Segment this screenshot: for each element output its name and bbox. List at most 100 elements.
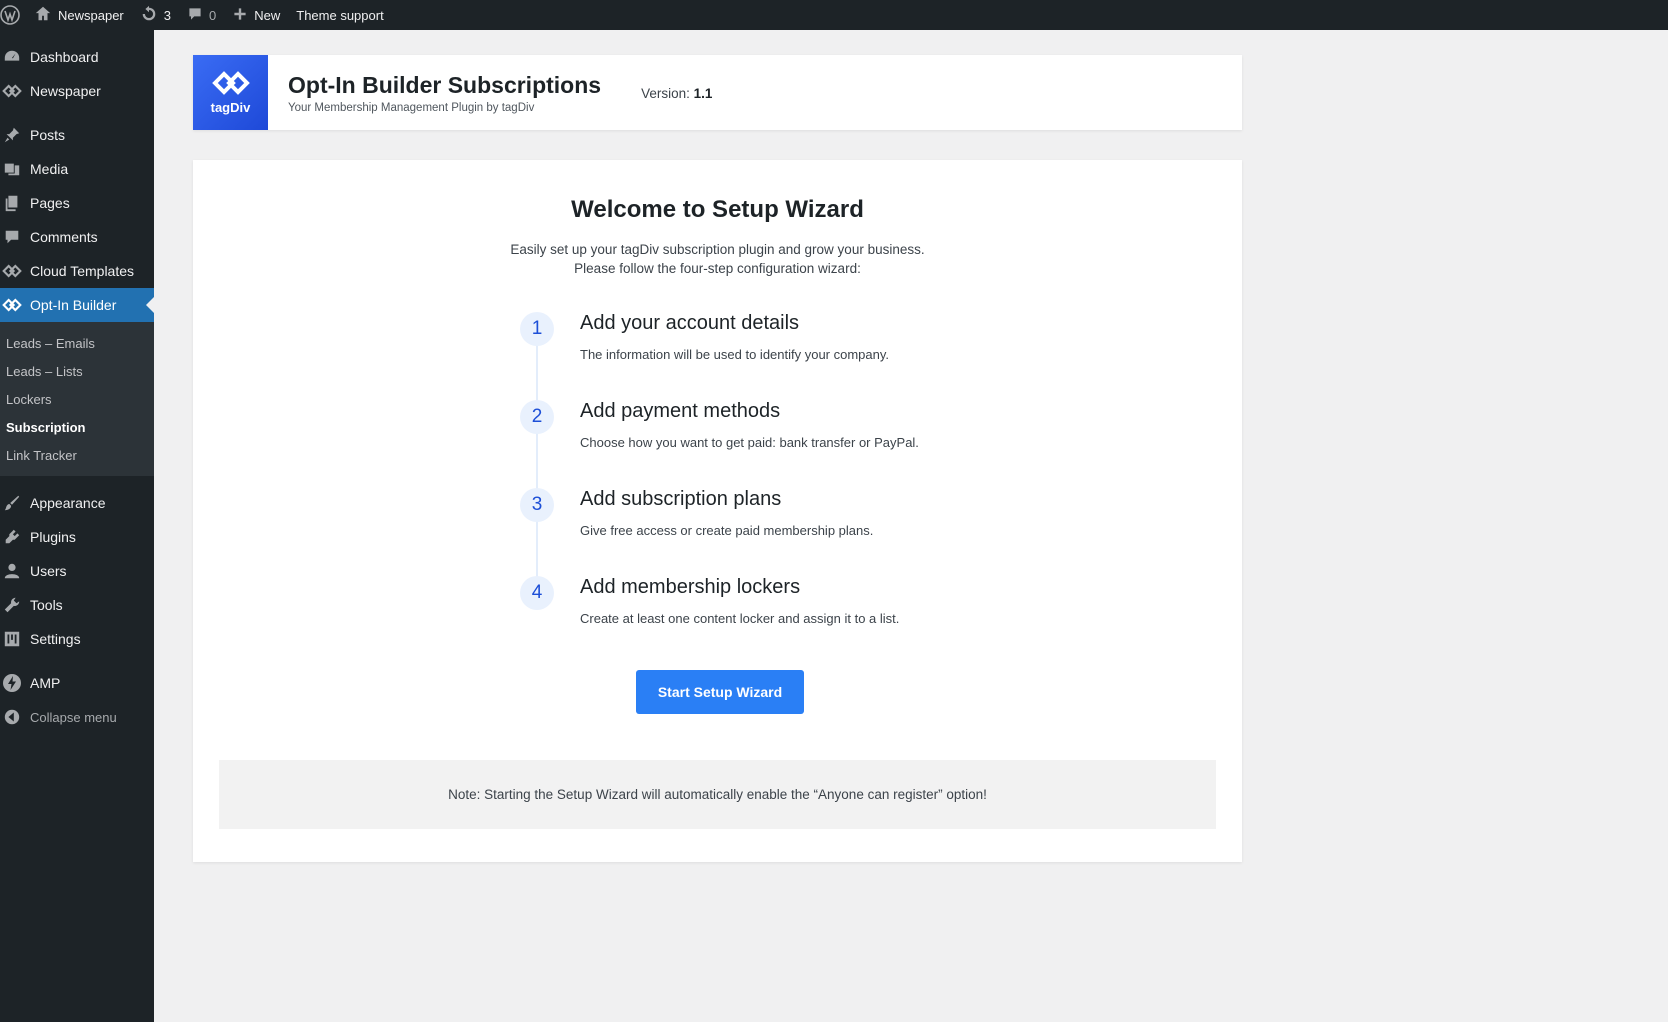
sidebar-item-plugins[interactable]: Plugins <box>0 520 154 554</box>
new-label: New <box>254 7 281 23</box>
sidebar-item-label: Comments <box>30 229 98 245</box>
sidebar-item-label: Media <box>30 161 69 177</box>
setup-wizard-card: Welcome to Setup Wizard Easily set up yo… <box>193 160 1242 862</box>
wizard-description-line2: Please follow the four-step configuratio… <box>574 261 861 276</box>
step-title: Add subscription plans <box>580 488 782 510</box>
plugin-icon <box>2 527 22 547</box>
sidebar-item-label: Users <box>30 563 67 579</box>
step-title: Add payment methods <box>580 400 781 422</box>
pages-icon <box>2 193 22 213</box>
step-number: 2 <box>520 400 554 434</box>
brush-icon <box>2 493 22 513</box>
step-description: Create at least one content locker and a… <box>580 611 900 626</box>
sidebar-item-users[interactable]: Users <box>0 554 154 588</box>
wizard-description-line1: Easily set up your tagDiv subscription p… <box>510 242 925 257</box>
start-setup-wizard-button[interactable]: Start Setup Wizard <box>636 670 804 714</box>
sidebar-item-label: Cloud Templates <box>30 263 135 279</box>
plus-icon <box>232 6 248 25</box>
sidebar-item-tools[interactable]: Tools <box>0 588 154 622</box>
site-name-link[interactable]: Newspaper <box>26 0 132 30</box>
sidebar-item-label: Opt-In Builder <box>30 297 117 313</box>
submenu-item-leads-lists[interactable]: Leads – Lists <box>0 357 154 385</box>
version-value: 1.1 <box>693 86 713 101</box>
sidebar-item-cloud-templates[interactable]: Cloud Templates <box>0 254 154 288</box>
wizard-description: Easily set up your tagDiv subscription p… <box>193 240 1242 278</box>
theme-support-link[interactable]: Theme support <box>288 0 391 30</box>
plugin-version: Version: 1.1 <box>641 86 712 101</box>
sidebar-item-amp[interactable]: AMP <box>0 666 154 700</box>
sidebar-item-comments[interactable]: Comments <box>0 220 154 254</box>
user-icon <box>2 561 22 581</box>
site-name: Newspaper <box>58 7 124 23</box>
home-icon <box>34 5 52 26</box>
plugin-header: tagDiv Opt-In Builder Subscriptions Your… <box>193 55 1242 130</box>
sidebar-item-newspaper[interactable]: Newspaper <box>0 74 154 108</box>
new-content-link[interactable]: New <box>224 0 288 30</box>
tagdiv-icon <box>2 261 22 281</box>
sidebar-item-label: Tools <box>30 597 63 613</box>
sidebar-item-label: Posts <box>30 127 66 143</box>
wizard-note: Note: Starting the Setup Wizard will aut… <box>219 760 1216 829</box>
wizard-step: 4 Add membership lockers Create at least… <box>520 576 1020 664</box>
collapse-menu-button[interactable]: Collapse menu <box>0 700 154 734</box>
comments-link[interactable]: 0 <box>179 0 224 30</box>
tagdiv-icon <box>2 295 22 315</box>
wordpress-logo-icon[interactable] <box>0 0 26 30</box>
version-label: Version: <box>641 86 690 101</box>
plugin-title: Opt-In Builder Subscriptions <box>288 71 602 98</box>
sidebar-item-pages[interactable]: Pages <box>0 186 154 220</box>
theme-support-label: Theme support <box>296 7 384 23</box>
dashboard-icon <box>2 47 22 67</box>
submenu-item-link-tracker[interactable]: Link Tracker <box>0 441 154 469</box>
collapse-icon <box>2 707 22 727</box>
step-description: Choose how you want to get paid: bank tr… <box>580 435 919 450</box>
comment-icon <box>2 227 22 247</box>
admin-bar: Newspaper 3 0 New Theme support <box>0 0 1668 30</box>
sidebar-item-label: Dashboard <box>30 49 99 65</box>
updates-icon <box>140 5 158 26</box>
sidebar-item-settings[interactable]: Settings <box>0 622 154 656</box>
sidebar-item-label: Settings <box>30 631 81 647</box>
sidebar-item-label: Plugins <box>30 529 76 545</box>
sidebar-item-dashboard[interactable]: Dashboard <box>0 40 154 74</box>
step-number: 3 <box>520 488 554 522</box>
updates-link[interactable]: 3 <box>132 0 179 30</box>
collapse-menu-label: Collapse menu <box>30 709 117 725</box>
sidebar-item-label: AMP <box>30 675 61 691</box>
submenu-item-lockers[interactable]: Lockers <box>0 385 154 413</box>
wizard-step: 1 Add your account details The informati… <box>520 312 1020 400</box>
settings-icon <box>2 629 22 649</box>
submenu-item-subscription[interactable]: Subscription <box>0 413 154 441</box>
sidebar-item-opt-in-builder[interactable]: Opt-In Builder <box>0 288 154 322</box>
wizard-steps: 1 Add your account details The informati… <box>520 312 1020 664</box>
logo-text: tagDiv <box>210 100 251 115</box>
admin-sidebar: Dashboard Newspaper Posts Media Pages Co… <box>0 30 154 1022</box>
comment-icon <box>187 6 203 25</box>
sidebar-item-label: Newspaper <box>30 83 101 99</box>
sidebar-item-appearance[interactable]: Appearance <box>0 486 154 520</box>
plugin-subtitle: Your Membership Management Plugin by tag… <box>288 101 535 114</box>
step-number: 1 <box>520 312 554 346</box>
step-title: Add your account details <box>580 312 800 334</box>
pin-icon <box>2 125 22 145</box>
sidebar-item-label: Pages <box>30 195 70 211</box>
step-description: Give free access or create paid membersh… <box>580 523 874 538</box>
media-icon <box>2 159 22 179</box>
wrench-icon <box>2 595 22 615</box>
comments-count: 0 <box>209 7 217 23</box>
tagdiv-logo: tagDiv <box>193 55 268 130</box>
wizard-step: 3 Add subscription plans Give free acces… <box>520 488 1020 576</box>
step-title: Add membership lockers <box>580 576 801 598</box>
sidebar-item-media[interactable]: Media <box>0 152 154 186</box>
submenu-item-leads-emails[interactable]: Leads – Emails <box>0 329 154 357</box>
tagdiv-logo-icon <box>211 71 250 95</box>
tagdiv-icon <box>2 81 22 101</box>
wizard-title: Welcome to Setup Wizard <box>571 196 864 223</box>
step-description: The information will be used to identify… <box>580 347 890 362</box>
wizard-step: 2 Add payment methods Choose how you wan… <box>520 400 1020 488</box>
step-number: 4 <box>520 576 554 610</box>
sidebar-item-posts[interactable]: Posts <box>0 118 154 152</box>
sidebar-item-label: Appearance <box>30 495 106 511</box>
opt-in-builder-submenu: Leads – Emails Leads – Lists Lockers Sub… <box>0 322 154 476</box>
updates-count: 3 <box>163 7 171 23</box>
